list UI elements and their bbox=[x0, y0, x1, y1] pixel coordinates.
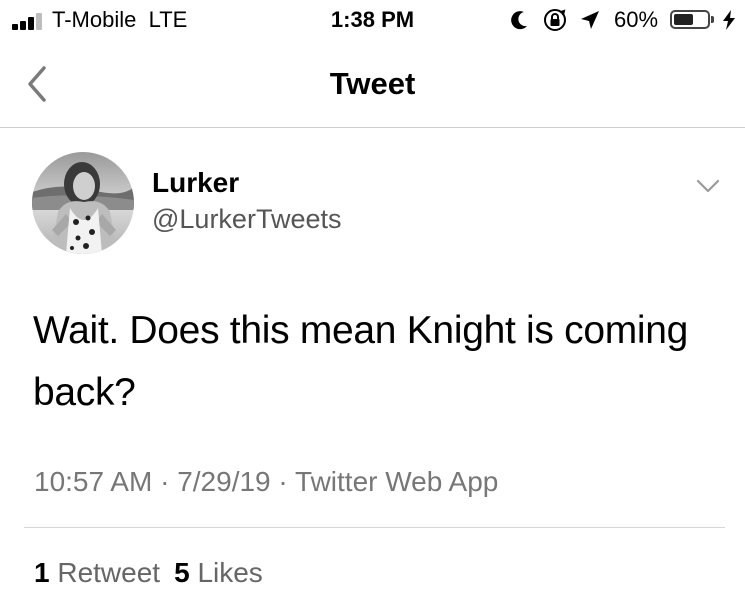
battery-nub bbox=[711, 16, 714, 23]
tweet-source-link[interactable]: Twitter Web App bbox=[295, 466, 498, 497]
nav-bar: Tweet bbox=[0, 40, 745, 128]
likes-stat[interactable]: 5 Likes bbox=[174, 557, 263, 588]
meta-separator: · bbox=[278, 466, 288, 497]
location-arrow-icon bbox=[581, 11, 599, 29]
tweet-text: Wait. Does this mean Knight is coming ba… bbox=[33, 309, 689, 414]
retweets-count: 1 bbox=[34, 557, 50, 588]
author-name[interactable]: Lurker bbox=[152, 166, 239, 200]
moon-icon bbox=[511, 11, 527, 30]
tweet-date: 7/29/19 bbox=[177, 466, 271, 497]
author-handle[interactable]: @LurkerTweets bbox=[152, 202, 341, 236]
tweet-timestamp: 10:57 AM bbox=[34, 466, 153, 497]
tweet-stats: 1 Retweet 5 Likes bbox=[34, 555, 263, 591]
battery-level-fill bbox=[674, 14, 693, 25]
likes-count: 5 bbox=[174, 557, 190, 588]
likes-label: Likes bbox=[197, 557, 263, 588]
retweets-label: Retweet bbox=[57, 557, 161, 588]
battery-icon bbox=[670, 10, 710, 29]
battery-percent: 60% bbox=[614, 7, 659, 32]
avatar[interactable] bbox=[32, 152, 134, 254]
avatar-image bbox=[32, 152, 134, 254]
retweets-stat[interactable]: 1 Retweet bbox=[34, 557, 160, 588]
status-bar: T-Mobile LTE 1:38 PM 60% bbox=[0, 0, 745, 40]
meta-separator: · bbox=[160, 466, 170, 497]
tweet-options-button[interactable] bbox=[694, 176, 722, 196]
chevron-down-icon bbox=[696, 179, 720, 193]
charging-bolt-icon bbox=[723, 10, 735, 30]
divider bbox=[24, 527, 725, 528]
page-title: Tweet bbox=[329, 66, 416, 101]
rotation-lock-icon bbox=[544, 9, 566, 31]
tweet-meta: 10:57 AM · 7/29/19 · Twitter Web App bbox=[34, 464, 498, 500]
